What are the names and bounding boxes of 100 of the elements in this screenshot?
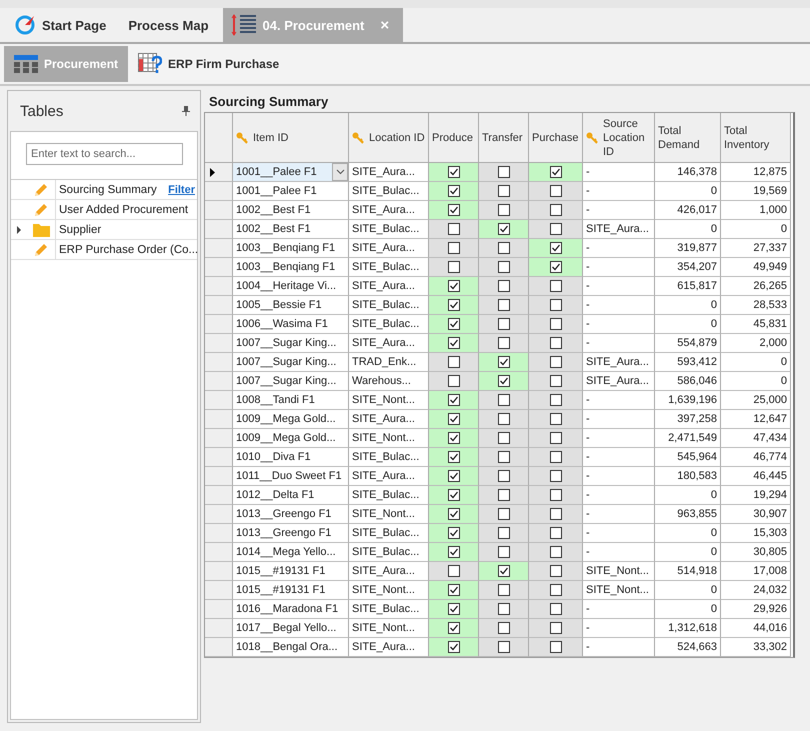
checkbox[interactable] [550, 299, 562, 311]
checkbox[interactable] [550, 489, 562, 501]
checkbox[interactable] [550, 508, 562, 520]
checkbox[interactable] [498, 546, 510, 558]
checkbox[interactable] [448, 413, 460, 425]
checkbox[interactable] [448, 394, 460, 406]
checkbox[interactable] [550, 356, 562, 368]
checkbox[interactable] [448, 356, 460, 368]
checkbox[interactable] [448, 223, 460, 235]
checkbox[interactable] [448, 375, 460, 387]
checkbox[interactable] [498, 375, 510, 387]
checkbox[interactable] [498, 508, 510, 520]
checkbox[interactable] [550, 261, 562, 273]
checkbox[interactable] [550, 622, 562, 634]
column-header[interactable]: Item ID [233, 113, 349, 163]
checkbox[interactable] [550, 565, 562, 577]
checkbox[interactable] [498, 527, 510, 539]
checkbox[interactable] [448, 261, 460, 273]
search-field[interactable]: Enter text to search... [26, 143, 183, 165]
column-header[interactable]: Location ID [349, 113, 429, 163]
checkbox[interactable] [550, 375, 562, 387]
checkbox[interactable] [498, 204, 510, 216]
tree-item[interactable]: Supplier [59, 224, 197, 236]
checkbox[interactable] [448, 299, 460, 311]
checkbox[interactable] [448, 166, 460, 178]
checkbox[interactable] [550, 185, 562, 197]
checkbox[interactable] [550, 337, 562, 349]
checkbox[interactable] [448, 185, 460, 197]
checkbox[interactable] [448, 432, 460, 444]
checkbox[interactable] [498, 603, 510, 615]
checkbox[interactable] [448, 584, 460, 596]
checkbox[interactable] [498, 470, 510, 482]
checkbox[interactable] [498, 185, 510, 197]
row-header[interactable] [205, 163, 233, 182]
checkbox[interactable] [448, 489, 460, 501]
checkbox[interactable] [498, 622, 510, 634]
checkbox[interactable] [448, 242, 460, 254]
column-header[interactable]: Total Demand [655, 113, 721, 163]
checkbox[interactable] [498, 565, 510, 577]
column-header[interactable]: Total Inventory [721, 113, 791, 163]
checkbox[interactable] [448, 641, 460, 653]
checkbox[interactable] [448, 527, 460, 539]
checkbox[interactable] [448, 337, 460, 349]
column-header[interactable]: Transfer [479, 113, 529, 163]
checkbox[interactable] [550, 641, 562, 653]
checkbox[interactable] [498, 337, 510, 349]
checkbox[interactable] [550, 318, 562, 330]
checkbox[interactable] [498, 584, 510, 596]
checkbox[interactable] [448, 451, 460, 463]
checkbox[interactable] [550, 413, 562, 425]
checkbox[interactable] [550, 280, 562, 292]
checkbox[interactable] [498, 356, 510, 368]
toolbar-button[interactable]: ERP Firm Purchase [128, 46, 290, 82]
checkbox[interactable] [448, 508, 460, 520]
checkbox[interactable] [498, 299, 510, 311]
checkbox[interactable] [498, 413, 510, 425]
checkbox[interactable] [550, 242, 562, 254]
column-header[interactable]: Source Location ID [583, 113, 655, 163]
checkbox[interactable] [550, 527, 562, 539]
item-dropdown[interactable]: 1001__Palee F1 [233, 163, 349, 182]
checkbox[interactable] [498, 242, 510, 254]
checkbox[interactable] [498, 432, 510, 444]
checkbox[interactable] [550, 603, 562, 615]
checkbox[interactable] [448, 622, 460, 634]
column-header[interactable]: Produce [429, 113, 479, 163]
checkbox[interactable] [448, 546, 460, 558]
table-cell: SITE_Aura... [349, 562, 429, 581]
tab[interactable]: Process Map [120, 8, 223, 42]
checkbox[interactable] [498, 280, 510, 292]
checkbox[interactable] [498, 489, 510, 501]
checkbox[interactable] [550, 432, 562, 444]
filter-link[interactable]: Filter [168, 184, 195, 196]
checkbox[interactable] [448, 318, 460, 330]
checkbox[interactable] [498, 223, 510, 235]
checkbox[interactable] [498, 261, 510, 273]
expand-icon[interactable] [16, 226, 22, 234]
checkbox[interactable] [448, 470, 460, 482]
tree-item[interactable]: User Added Procurement [59, 204, 197, 216]
checkbox[interactable] [550, 546, 562, 558]
checkbox[interactable] [448, 565, 460, 577]
checkbox[interactable] [550, 470, 562, 482]
checkbox[interactable] [550, 223, 562, 235]
pin-icon[interactable] [182, 106, 190, 116]
checkbox[interactable] [498, 641, 510, 653]
checkbox[interactable] [498, 166, 510, 178]
checkbox[interactable] [550, 204, 562, 216]
checkbox[interactable] [498, 318, 510, 330]
checkbox[interactable] [498, 451, 510, 463]
tab[interactable]: Start Page [6, 8, 120, 42]
tree-item[interactable]: Sourcing Summary [59, 184, 166, 196]
checkbox[interactable] [498, 394, 510, 406]
checkbox[interactable] [550, 166, 562, 178]
checkbox[interactable] [448, 280, 460, 292]
checkbox[interactable] [448, 204, 460, 216]
tree-item[interactable]: ERP Purchase Order (Co... [59, 244, 198, 256]
checkbox[interactable] [550, 584, 562, 596]
column-header[interactable]: Purchase [529, 113, 583, 163]
checkbox[interactable] [550, 451, 562, 463]
checkbox[interactable] [550, 394, 562, 406]
checkbox[interactable] [448, 603, 460, 615]
